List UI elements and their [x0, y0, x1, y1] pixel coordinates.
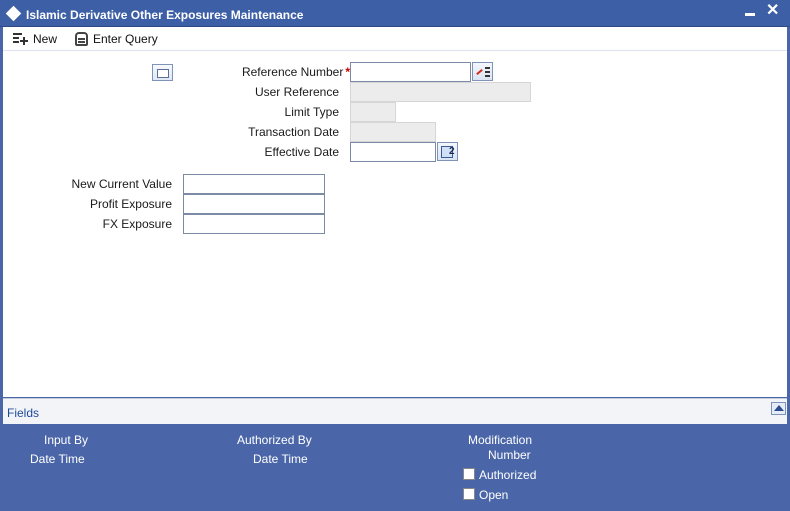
detail-view-button[interactable]: [152, 64, 173, 81]
audit-footer: Input By Date Time Authorized By Date Ti…: [3, 424, 787, 508]
scroll-up-icon[interactable]: [771, 402, 786, 415]
enter-query-button-label: Enter Query: [93, 32, 158, 46]
new-current-value-label: New Current Value: [71, 177, 173, 191]
input-date-time-label: Date Time: [30, 452, 85, 466]
profit-exposure-input[interactable]: [183, 194, 325, 214]
minimize-icon[interactable]: [745, 13, 755, 16]
transaction-date-input[interactable]: [350, 122, 436, 142]
main-content: New Enter Query Reference Number * User R…: [3, 27, 787, 397]
diamond-icon: [5, 5, 22, 22]
fields-bar: Fields: [3, 398, 787, 424]
query-icon: [75, 32, 88, 46]
effective-date-input[interactable]: [350, 142, 436, 162]
new-button[interactable]: New: [12, 30, 57, 48]
profit-exposure-label: Profit Exposure: [89, 197, 172, 211]
new-current-value-input[interactable]: [183, 174, 325, 194]
authorized-checkbox-label: Authorized: [479, 468, 537, 482]
fx-exposure-input[interactable]: [183, 214, 325, 234]
list-of-values-icon[interactable]: [472, 62, 493, 81]
title-bar[interactable]: Islamic Derivative Other Exposures Maint…: [0, 0, 790, 27]
reference-number-label: Reference Number *: [203, 65, 350, 79]
user-reference-label: User Reference: [254, 85, 339, 99]
effective-date-label: Effective Date: [264, 145, 339, 159]
fields-link[interactable]: Fields: [7, 406, 39, 420]
new-document-icon: [12, 32, 28, 46]
open-checkbox-label: Open: [479, 488, 509, 502]
authorized-checkbox[interactable]: [463, 468, 475, 480]
toolbar: New Enter Query: [3, 27, 787, 51]
authorized-date-time-label: Date Time: [253, 452, 308, 466]
enter-query-button[interactable]: Enter Query: [75, 30, 158, 48]
reference-number-label-text: Reference Number: [241, 65, 344, 79]
app-window: Islamic Derivative Other Exposures Maint…: [0, 0, 790, 511]
user-reference-input[interactable]: [350, 82, 531, 102]
close-icon[interactable]: ✕: [766, 3, 779, 19]
fx-exposure-label: FX Exposure: [102, 217, 172, 231]
open-checkbox[interactable]: [463, 488, 475, 500]
limit-type-label: Limit Type: [284, 105, 339, 119]
input-by-label: Input By: [44, 433, 89, 447]
calendar-icon[interactable]: [437, 142, 458, 161]
modification-number-label-line2: Number: [488, 448, 531, 462]
modification-number-label-line1: Modification: [468, 433, 533, 447]
transaction-date-label: Transaction Date: [248, 125, 339, 139]
new-button-label: New: [33, 32, 58, 46]
reference-number-input[interactable]: [350, 62, 471, 82]
window-title: Islamic Derivative Other Exposures Maint…: [26, 8, 304, 22]
limit-type-input[interactable]: [350, 102, 396, 122]
authorized-by-label: Authorized By: [237, 433, 312, 447]
